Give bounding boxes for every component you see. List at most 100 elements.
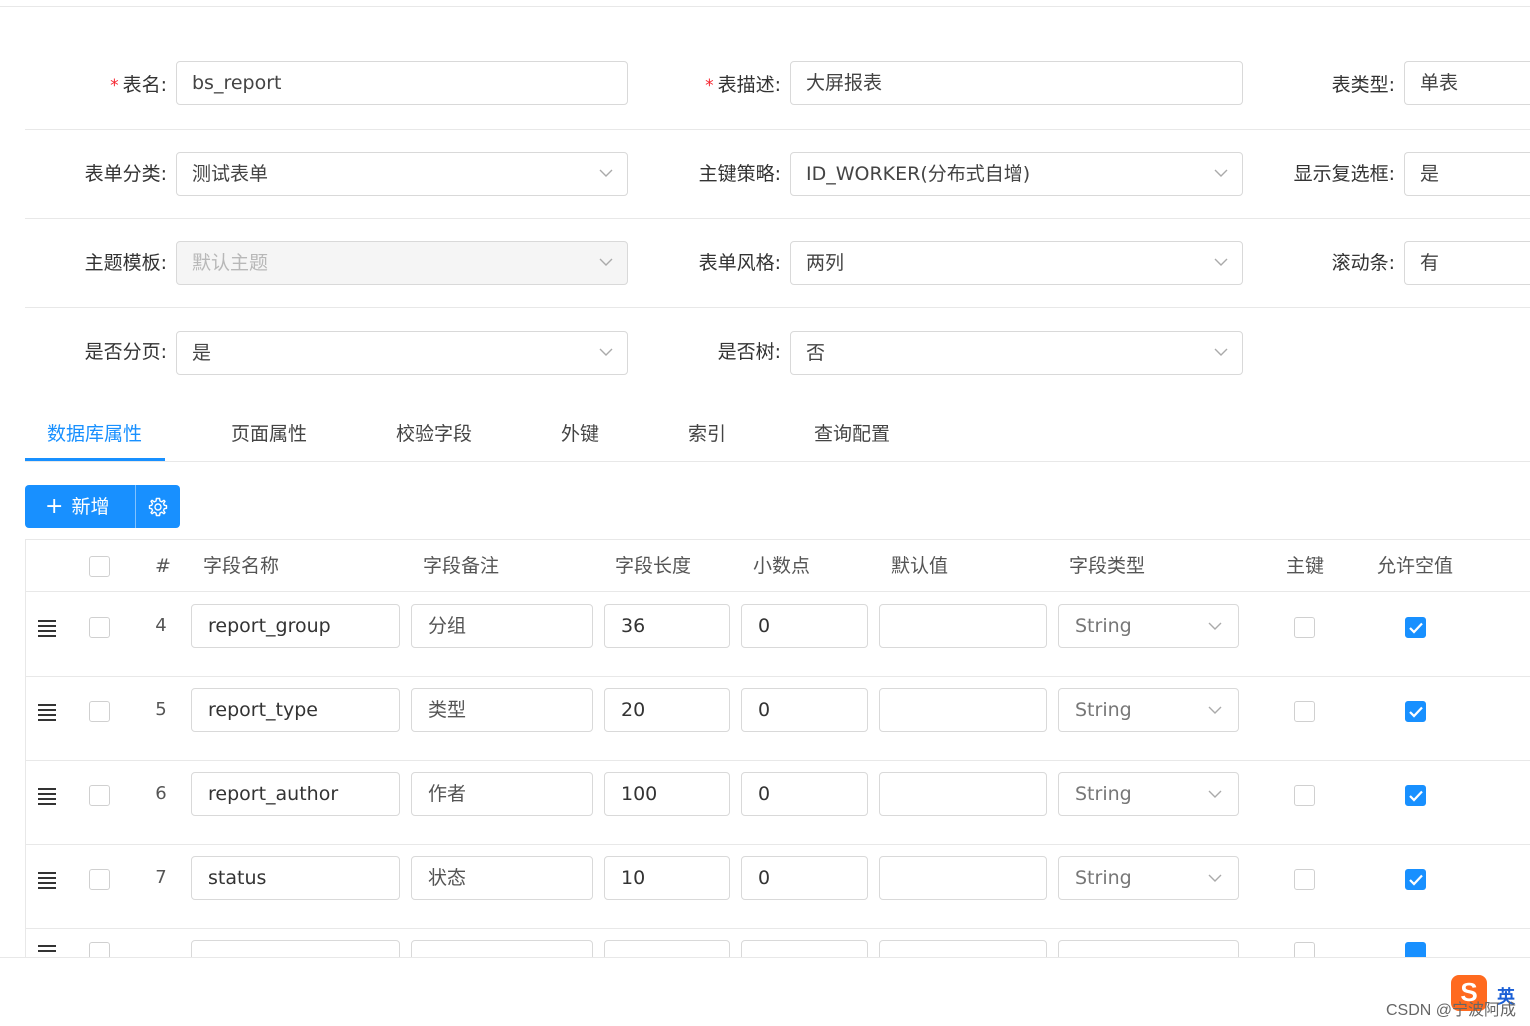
primary-key-checkbox[interactable] xyxy=(1294,617,1315,638)
tab-query-config[interactable]: 查询配置 xyxy=(814,409,890,461)
field-type-select[interactable]: String xyxy=(1058,856,1239,900)
tab-page-properties[interactable]: 页面属性 xyxy=(231,409,307,461)
primary-key-checkbox[interactable] xyxy=(1294,869,1315,890)
drag-handle-icon[interactable] xyxy=(38,704,56,721)
default-value-input[interactable] xyxy=(879,856,1047,900)
header-nullable: 允许空值 xyxy=(1377,555,1454,577)
decimal-input[interactable]: 0 xyxy=(741,856,868,900)
default-value-input[interactable] xyxy=(879,940,1047,957)
field-name-input[interactable]: report_group xyxy=(191,604,400,648)
show-checkbox-select[interactable]: 是 xyxy=(1404,152,1530,196)
tab-bar: 数据库属性 页面属性 校验字段 外键 索引 查询配置 xyxy=(25,409,1530,462)
decimal-input[interactable]: 0 xyxy=(741,772,868,816)
drag-handle-icon[interactable] xyxy=(38,945,56,957)
table-row: 4 report_group 分组 36 0 String xyxy=(26,593,1530,677)
fields-table: # 字段名称 字段备注 字段长度 小数点 默认值 字段类型 主键 允许空值 4 … xyxy=(25,539,1530,957)
field-length-input[interactable]: 10 xyxy=(604,856,730,900)
field-remark-input[interactable]: 作者 xyxy=(411,772,593,816)
is-tree-label: 是否树: xyxy=(717,341,781,363)
form-style-select[interactable]: 两列 xyxy=(790,241,1243,285)
header-field-name: 字段名称 xyxy=(203,555,280,577)
field-type-select[interactable] xyxy=(1058,940,1239,957)
row-checkbox[interactable] xyxy=(89,942,110,957)
bottom-bar xyxy=(0,957,1530,1026)
field-remark-input[interactable]: 类型 xyxy=(411,688,593,732)
field-remark-input[interactable]: 状态 xyxy=(411,856,593,900)
field-name-input[interactable] xyxy=(191,940,400,957)
check-icon xyxy=(1409,706,1423,718)
nullable-checkbox[interactable] xyxy=(1405,869,1426,890)
chevron-down-icon xyxy=(599,169,613,177)
select-all-checkbox[interactable] xyxy=(89,556,110,577)
field-remark-input[interactable]: 分组 xyxy=(411,604,593,648)
field-length-input[interactable]: 100 xyxy=(604,772,730,816)
nullable-checkbox[interactable] xyxy=(1405,785,1426,806)
row-checkbox[interactable] xyxy=(89,701,110,722)
row-number: 7 xyxy=(155,867,167,888)
form-category-label: 表单分类: xyxy=(84,163,167,185)
row-number: 4 xyxy=(155,615,167,636)
field-type-value: String xyxy=(1075,867,1132,889)
field-name-input[interactable]: report_author xyxy=(191,772,400,816)
tab-foreign-keys[interactable]: 外键 xyxy=(561,409,599,461)
table-desc-label: * 表描述: xyxy=(705,74,781,96)
gear-icon xyxy=(148,497,168,517)
nullable-checkbox[interactable] xyxy=(1405,617,1426,638)
drag-handle-icon[interactable] xyxy=(38,872,56,889)
field-length-input[interactable] xyxy=(604,940,730,957)
pk-strategy-label: 主键策略: xyxy=(698,163,781,185)
table-desc-input[interactable]: 大屏报表 xyxy=(790,61,1243,105)
field-name-input[interactable]: report_type xyxy=(191,688,400,732)
active-tab-indicator xyxy=(25,458,165,461)
field-type-select[interactable]: String xyxy=(1058,604,1239,648)
drag-handle-icon[interactable] xyxy=(38,620,56,637)
table-name-input[interactable]: bs_report xyxy=(176,61,628,105)
table-row: 7 status 状态 10 0 String xyxy=(26,845,1530,929)
theme-template-select: 默认主题 xyxy=(176,241,628,285)
add-button[interactable]: + 新增 xyxy=(25,485,135,528)
primary-key-checkbox[interactable] xyxy=(1294,701,1315,722)
decimal-input[interactable]: 0 xyxy=(741,688,868,732)
chevron-down-icon xyxy=(1214,348,1228,356)
primary-key-checkbox[interactable] xyxy=(1294,785,1315,806)
table-row-partial xyxy=(26,929,1530,957)
tab-indexes[interactable]: 索引 xyxy=(688,409,726,461)
chevron-down-icon xyxy=(1208,622,1222,630)
theme-template-value: 默认主题 xyxy=(192,252,269,274)
default-value-input[interactable] xyxy=(879,604,1047,648)
form-style-value: 两列 xyxy=(806,252,845,274)
row-checkbox[interactable] xyxy=(89,785,110,806)
decimal-input[interactable]: 0 xyxy=(741,604,868,648)
field-remark-input[interactable] xyxy=(411,940,593,957)
field-type-select[interactable]: String xyxy=(1058,688,1239,732)
form-category-select[interactable]: 测试表单 xyxy=(176,152,628,196)
settings-button[interactable] xyxy=(136,485,180,528)
add-button-label: 新增 xyxy=(71,496,110,518)
table-header: # 字段名称 字段备注 字段长度 小数点 默认值 字段类型 主键 允许空值 xyxy=(26,540,1530,592)
header-field-length: 字段长度 xyxy=(615,555,692,577)
row-checkbox[interactable] xyxy=(89,617,110,638)
chevron-down-icon xyxy=(1208,874,1222,882)
drag-handle-icon[interactable] xyxy=(38,788,56,805)
row-checkbox[interactable] xyxy=(89,869,110,890)
row-number: 6 xyxy=(155,783,167,804)
nullable-checkbox[interactable] xyxy=(1405,942,1426,957)
nullable-checkbox[interactable] xyxy=(1405,701,1426,722)
pk-strategy-select[interactable]: ID_WORKER(分布式自增) xyxy=(790,152,1243,196)
default-value-input[interactable] xyxy=(879,688,1047,732)
paging-select[interactable]: 是 xyxy=(176,331,628,375)
field-length-input[interactable]: 36 xyxy=(604,604,730,648)
form-row-1: * 表名: bs_report * 表描述: 大屏报表 表类型: 单表 xyxy=(25,41,1530,130)
field-type-select[interactable]: String xyxy=(1058,772,1239,816)
is-tree-select[interactable]: 否 xyxy=(790,331,1243,375)
scrollbar-select[interactable]: 有 xyxy=(1404,241,1530,285)
table-type-select[interactable]: 单表 xyxy=(1404,61,1530,105)
chevron-down-icon xyxy=(1208,790,1222,798)
default-value-input[interactable] xyxy=(879,772,1047,816)
field-length-input[interactable]: 20 xyxy=(604,688,730,732)
field-name-input[interactable]: status xyxy=(191,856,400,900)
tab-database-properties[interactable]: 数据库属性 xyxy=(47,409,142,461)
decimal-input[interactable] xyxy=(741,940,868,957)
primary-key-checkbox[interactable] xyxy=(1294,942,1315,957)
tab-validation-fields[interactable]: 校验字段 xyxy=(396,409,472,461)
